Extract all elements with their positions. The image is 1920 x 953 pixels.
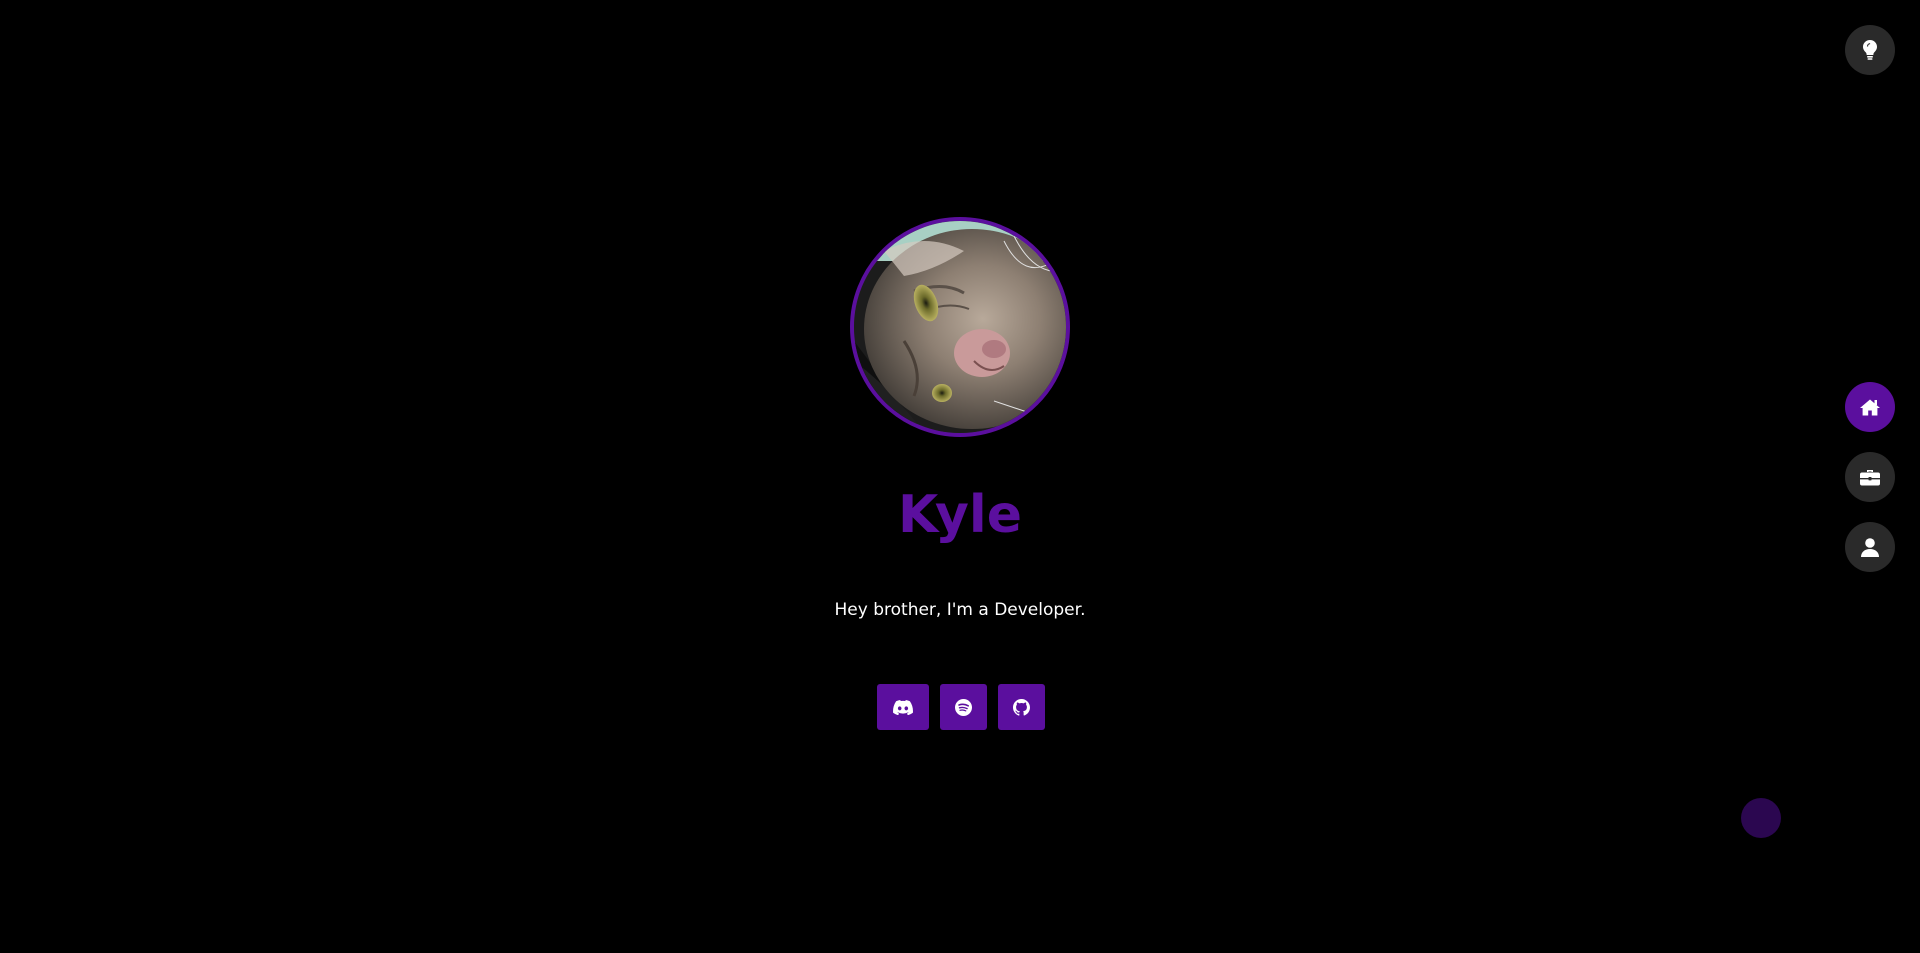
cursor-follower [1741, 798, 1781, 838]
cat-photo [854, 221, 1066, 433]
profile-name: Kyle [898, 485, 1022, 545]
profile-tagline: Hey brother, I'm a Developer. [834, 600, 1086, 620]
github-button[interactable] [998, 684, 1045, 730]
avatar [850, 217, 1070, 437]
social-links [877, 684, 1045, 730]
github-icon [1013, 698, 1030, 716]
page: Kyle Hey brother, I'm a Developer. [0, 0, 1920, 953]
spotify-button[interactable] [940, 684, 987, 730]
discord-icon [893, 699, 913, 715]
spotify-icon [955, 698, 972, 716]
hero-section: Kyle Hey brother, I'm a Developer. [0, 0, 1920, 953]
discord-button[interactable] [877, 684, 929, 730]
